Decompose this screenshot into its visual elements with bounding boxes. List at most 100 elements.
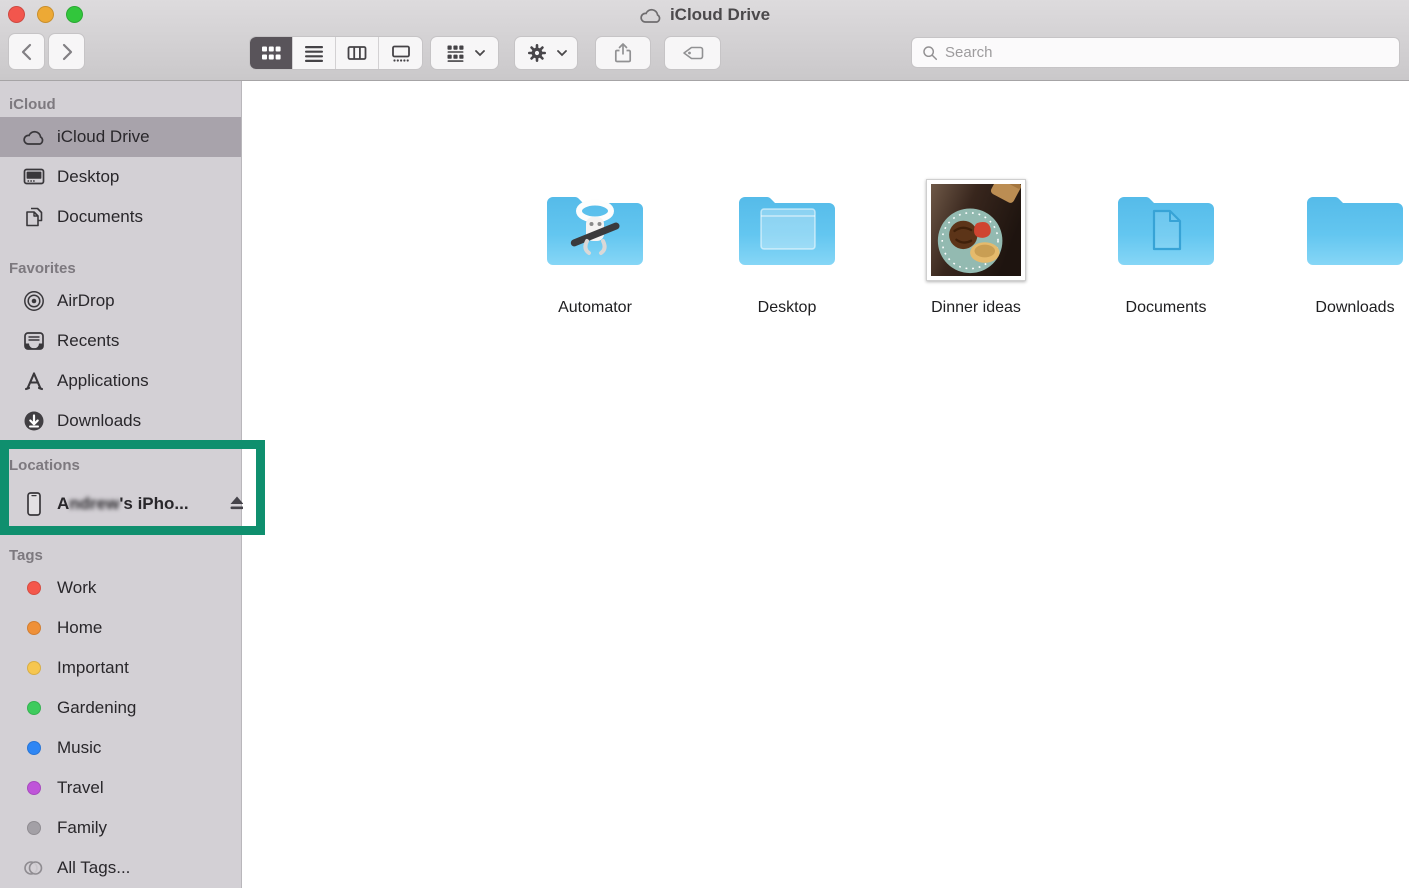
sidebar-item-downloads[interactable]: Downloads <box>0 401 241 441</box>
folder-desktop[interactable]: Desktop <box>712 178 862 281</box>
tag-dot-red <box>27 581 41 595</box>
sidebar-item-label: Desktop <box>57 167 119 187</box>
search-icon <box>921 44 939 62</box>
tag-dot-yellow <box>27 661 41 675</box>
device-name-obscured: ndrew <box>69 494 119 513</box>
window-title: iCloud Drive <box>0 4 1409 26</box>
file-label: Dinner ideas <box>901 299 1051 317</box>
tag-dot-orange <box>27 621 41 635</box>
sidebar: iCloud iCloud Drive Desktop <box>0 81 242 888</box>
tag-label: Work <box>57 578 96 598</box>
cloud-icon <box>22 125 46 149</box>
sidebar-item-tag-travel[interactable]: Travel <box>0 768 241 808</box>
group-by-icon <box>444 42 467 65</box>
sidebar-item-label: iCloud Drive <box>57 127 150 147</box>
section-header-favorites: Favorites <box>0 257 241 281</box>
search-input[interactable] <box>945 44 1390 61</box>
device-name: Andrew's iPho... <box>57 494 189 514</box>
sidebar-item-tag-important[interactable]: Important <box>0 648 241 688</box>
column-view-button[interactable] <box>336 37 379 69</box>
gear-icon <box>525 41 549 65</box>
sidebar-item-applications[interactable]: Applications <box>0 361 241 401</box>
photo-thumbnail <box>926 179 1026 281</box>
tag-label: Travel <box>57 778 104 798</box>
folder-icon <box>712 178 862 281</box>
recents-icon <box>22 329 46 353</box>
tag-label: Gardening <box>57 698 136 718</box>
gallery-view-icon <box>389 41 413 65</box>
file-label: Downloads <box>1280 299 1409 317</box>
window-title-text: iCloud Drive <box>670 5 770 25</box>
sidebar-item-label: AirDrop <box>57 291 115 311</box>
column-view-icon <box>345 41 369 65</box>
downloads-circle-icon <box>22 409 46 433</box>
image-dinner-ideas[interactable]: Dinner ideas <box>901 178 1051 281</box>
search-field[interactable] <box>911 37 1400 68</box>
folder-icon <box>520 178 670 281</box>
view-switcher <box>249 36 423 70</box>
tag-label: Important <box>57 658 129 678</box>
sidebar-item-iphone[interactable]: Andrew's iPho... <box>0 484 241 524</box>
sidebar-item-label: Downloads <box>57 411 141 431</box>
share-button[interactable] <box>595 36 651 70</box>
tag-dot-green <box>27 701 41 715</box>
sidebar-item-recents[interactable]: Recents <box>0 321 241 361</box>
tag-label: Family <box>57 818 107 838</box>
file-label: Automator <box>520 299 670 317</box>
finder-window: iCloud Drive <box>0 0 1409 888</box>
folder-automator[interactable]: Automator <box>520 178 670 281</box>
file-browser-content: Automator Desktop <box>243 81 1409 888</box>
file-label: Desktop <box>712 299 862 317</box>
all-tags-icon <box>22 856 46 880</box>
sidebar-item-tag-home[interactable]: Home <box>0 608 241 648</box>
section-header-locations: Locations <box>0 454 241 478</box>
sidebar-item-icloud-drive[interactable]: iCloud Drive <box>0 117 241 157</box>
tag-dot-gray <box>27 821 41 835</box>
window-overlay-badge <box>761 209 815 249</box>
tag-dot-purple <box>27 781 41 795</box>
sidebar-item-tag-work[interactable]: Work <box>0 568 241 608</box>
share-icon <box>611 41 635 65</box>
section-header-tags: Tags <box>0 544 241 568</box>
tag-button[interactable] <box>664 36 721 70</box>
list-view-icon <box>302 41 326 65</box>
tag-label: Music <box>57 738 101 758</box>
chevron-down-icon <box>475 50 485 57</box>
chevron-left-icon <box>18 42 36 62</box>
sidebar-item-airdrop[interactable]: AirDrop <box>0 281 241 321</box>
forward-button[interactable] <box>48 33 85 70</box>
folder-icon <box>1280 178 1409 281</box>
desktop-icon <box>22 165 46 189</box>
sidebar-item-tag-gardening[interactable]: Gardening <box>0 688 241 728</box>
applications-icon <box>22 369 46 393</box>
back-button[interactable] <box>8 33 45 70</box>
sidebar-item-tag-music[interactable]: Music <box>0 728 241 768</box>
documents-icon <box>22 205 46 229</box>
title-toolbar: iCloud Drive <box>0 0 1409 81</box>
file-label: Documents <box>1091 299 1241 317</box>
cloud-icon <box>639 7 663 24</box>
folder-downloads[interactable]: Downloads <box>1280 178 1409 281</box>
iphone-icon <box>22 492 46 516</box>
chevron-down-icon <box>557 50 567 57</box>
gallery-view-button[interactable] <box>379 37 422 69</box>
sidebar-item-documents[interactable]: Documents <box>0 197 241 237</box>
chevron-right-icon <box>58 42 76 62</box>
tag-icon <box>680 41 706 65</box>
tag-label: Home <box>57 618 102 638</box>
group-by-button[interactable] <box>430 36 499 70</box>
document-outline-badge <box>1154 211 1180 249</box>
icon-view-icon <box>259 41 283 65</box>
sidebar-item-all-tags[interactable]: All Tags... <box>0 848 241 888</box>
action-menu-button[interactable] <box>514 36 578 70</box>
sidebar-item-desktop[interactable]: Desktop <box>0 157 241 197</box>
sidebar-item-label: Documents <box>57 207 143 227</box>
icon-view-button[interactable] <box>250 37 293 69</box>
folder-documents[interactable]: Documents <box>1091 178 1241 281</box>
section-header-icloud: iCloud <box>0 93 241 117</box>
tag-label: All Tags... <box>57 858 130 878</box>
list-view-button[interactable] <box>293 37 336 69</box>
sidebar-item-label: Applications <box>57 371 149 391</box>
tag-dot-blue <box>27 741 41 755</box>
sidebar-item-tag-family[interactable]: Family <box>0 808 241 848</box>
